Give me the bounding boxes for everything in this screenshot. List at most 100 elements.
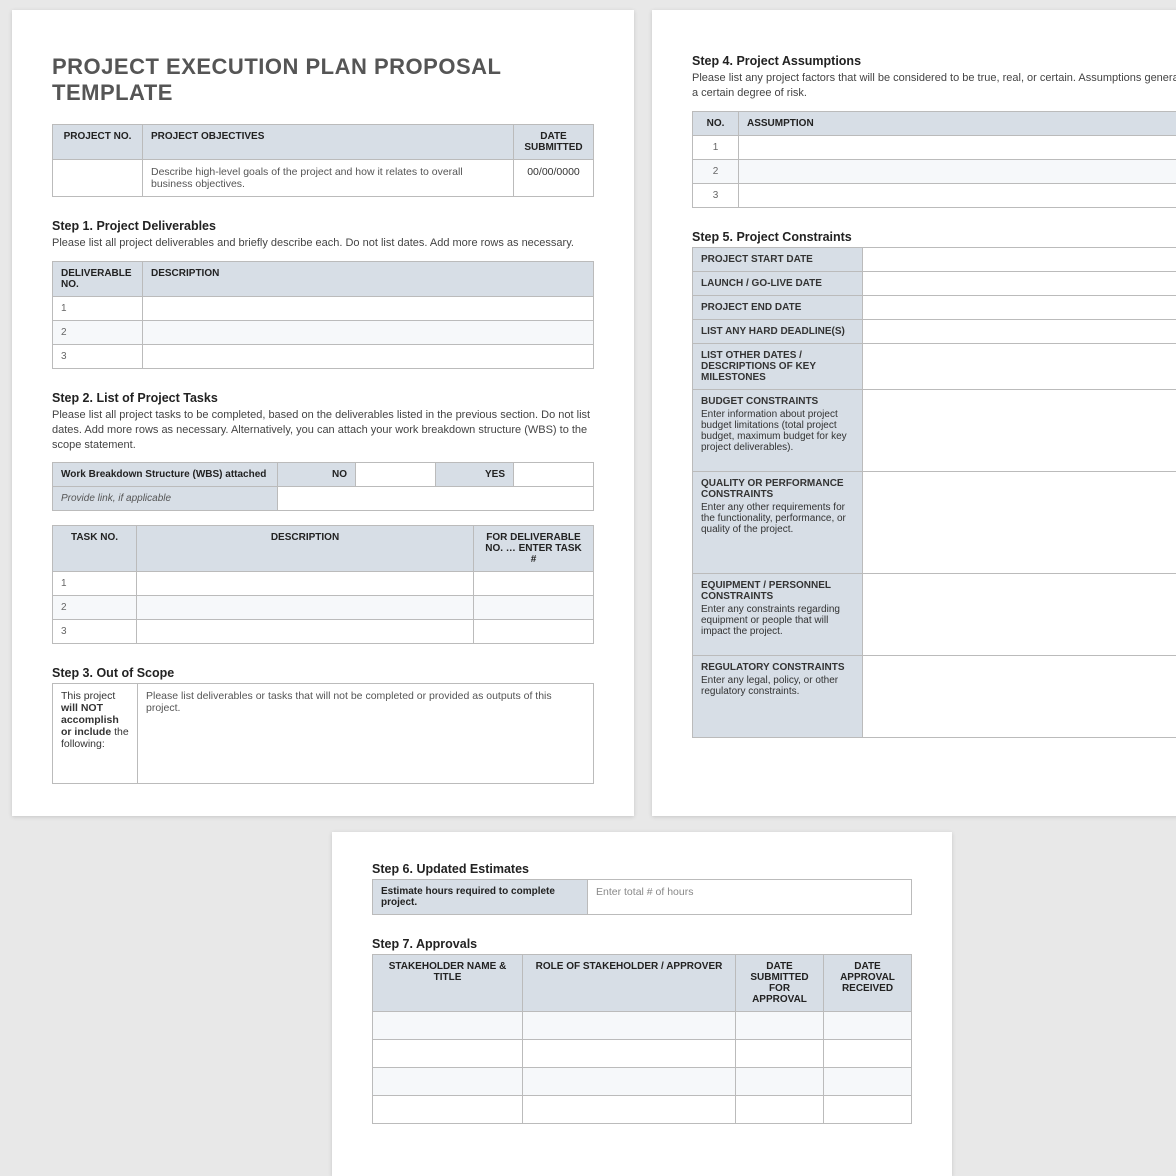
- start-label: PROJECT START DATE: [693, 247, 863, 271]
- row-num: 3: [53, 620, 137, 644]
- quality-label: QUALITY OR PERFORMANCE CONSTRAINTSEnter …: [693, 471, 863, 573]
- page-2: Step 4. Project Assumptions Please list …: [652, 10, 1176, 816]
- task-deliv-cell[interactable]: [474, 620, 594, 644]
- date-value[interactable]: 00/00/0000: [514, 160, 594, 197]
- deliverable-cell[interactable]: [143, 320, 594, 344]
- row-num: 1: [693, 135, 739, 159]
- step1-title: Step 1. Project Deliverables: [52, 219, 594, 233]
- step5-title: Step 5. Project Constraints: [692, 230, 1176, 244]
- step3-title: Step 3. Out of Scope: [52, 666, 594, 680]
- project-no-cell[interactable]: [53, 160, 143, 197]
- task-cell[interactable]: [137, 620, 474, 644]
- launch-cell[interactable]: [863, 271, 1176, 295]
- budget-cell[interactable]: [863, 389, 1176, 471]
- task-cell[interactable]: [137, 596, 474, 620]
- step1-desc: Please list all project deliverables and…: [52, 236, 594, 251]
- page-1: PROJECT EXECUTION PLAN PROPOSAL TEMPLATE…: [12, 10, 634, 816]
- approvals-table: STAKEHOLDER NAME & TITLEROLE OF STAKEHOL…: [372, 954, 912, 1124]
- approval-cell[interactable]: [824, 1012, 912, 1040]
- quality-cell[interactable]: [863, 471, 1176, 573]
- approval-cell[interactable]: [373, 1096, 523, 1124]
- start-cell[interactable]: [863, 247, 1176, 271]
- col-date-received: DATE APPROVAL RECEIVED: [824, 955, 912, 1012]
- col-task-no: TASK NO.: [53, 526, 137, 572]
- row-num: 2: [693, 159, 739, 183]
- scope-desc[interactable]: Please list deliverables or tasks that w…: [138, 684, 594, 784]
- end-label: PROJECT END DATE: [693, 295, 863, 319]
- row-num: 3: [693, 183, 739, 207]
- col-for-deliverable: FOR DELIVERABLE NO. … ENTER TASK #: [474, 526, 594, 572]
- col-project-no: PROJECT NO.: [53, 125, 143, 160]
- step6-title: Step 6. Updated Estimates: [372, 862, 912, 876]
- approval-cell[interactable]: [523, 1040, 736, 1068]
- estimates-table: Estimate hours required to complete proj…: [372, 879, 912, 915]
- row-num: 1: [53, 572, 137, 596]
- scope-table: This project will NOT accomplish or incl…: [52, 683, 594, 784]
- step2-title: Step 2. List of Project Tasks: [52, 391, 594, 405]
- assumptions-table: NO.ASSUMPTION 1 2 3: [692, 111, 1176, 208]
- approval-cell[interactable]: [523, 1012, 736, 1040]
- row-num: 2: [53, 320, 143, 344]
- yes-cell[interactable]: [514, 463, 594, 487]
- col-objectives: PROJECT OBJECTIVES: [143, 125, 514, 160]
- col-deliverable-no: DELIVERABLE NO.: [53, 261, 143, 296]
- estimate-label: Estimate hours required to complete proj…: [373, 880, 588, 915]
- approval-cell[interactable]: [736, 1040, 824, 1068]
- reg-cell[interactable]: [863, 655, 1176, 737]
- approval-cell[interactable]: [824, 1096, 912, 1124]
- row-num: 2: [53, 596, 137, 620]
- scope-label: This project will NOT accomplish or incl…: [53, 684, 138, 784]
- project-header-table: PROJECT NO.PROJECT OBJECTIVESDATE SUBMIT…: [52, 124, 594, 197]
- col-description: DESCRIPTION: [143, 261, 594, 296]
- approval-cell[interactable]: [824, 1068, 912, 1096]
- end-cell[interactable]: [863, 295, 1176, 319]
- approval-cell[interactable]: [523, 1068, 736, 1096]
- objectives-text[interactable]: Describe high-level goals of the project…: [143, 160, 514, 197]
- approval-cell[interactable]: [824, 1040, 912, 1068]
- col-date-submitted: DATE SUBMITTED: [514, 125, 594, 160]
- page-title: PROJECT EXECUTION PLAN PROPOSAL TEMPLATE: [52, 54, 594, 106]
- reg-label: REGULATORY CONSTRAINTSEnter any legal, p…: [693, 655, 863, 737]
- constraints-table: PROJECT START DATE LAUNCH / GO-LIVE DATE…: [692, 247, 1176, 738]
- launch-label: LAUNCH / GO-LIVE DATE: [693, 271, 863, 295]
- task-cell[interactable]: [137, 572, 474, 596]
- no-label: NO: [278, 463, 356, 487]
- task-deliv-cell[interactable]: [474, 596, 594, 620]
- estimate-cell[interactable]: Enter total # of hours: [588, 880, 912, 915]
- row-num: 3: [53, 344, 143, 368]
- mile-label: LIST OTHER DATES / DESCRIPTIONS OF KEY M…: [693, 343, 863, 389]
- step2-desc: Please list all project tasks to be comp…: [52, 408, 594, 453]
- task-deliv-cell[interactable]: [474, 572, 594, 596]
- hard-cell[interactable]: [863, 319, 1176, 343]
- assumption-cell[interactable]: [739, 183, 1176, 207]
- assumption-cell[interactable]: [739, 135, 1176, 159]
- equip-cell[interactable]: [863, 573, 1176, 655]
- page-3: Step 6. Updated Estimates Estimate hours…: [332, 832, 952, 1176]
- approval-cell[interactable]: [373, 1040, 523, 1068]
- col-assumption: ASSUMPTION: [739, 111, 1176, 135]
- approval-cell[interactable]: [373, 1068, 523, 1096]
- row-num: 1: [53, 296, 143, 320]
- equip-label: EQUIPMENT / PERSONNEL CONSTRAINTSEnter a…: [693, 573, 863, 655]
- mile-cell[interactable]: [863, 343, 1176, 389]
- approval-cell[interactable]: [523, 1096, 736, 1124]
- wbs-label: Work Breakdown Structure (WBS) attached: [53, 463, 278, 487]
- assumption-cell[interactable]: [739, 159, 1176, 183]
- link-label: Provide link, if applicable: [53, 487, 278, 511]
- deliverables-table: DELIVERABLE NO.DESCRIPTION 1 2 3: [52, 261, 594, 369]
- tasks-table: TASK NO.DESCRIPTIONFOR DELIVERABLE NO. ……: [52, 525, 594, 644]
- approval-cell[interactable]: [736, 1096, 824, 1124]
- deliverable-cell[interactable]: [143, 296, 594, 320]
- col-role: ROLE OF STAKEHOLDER / APPROVER: [523, 955, 736, 1012]
- wbs-table: Work Breakdown Structure (WBS) attachedN…: [52, 462, 594, 511]
- step7-title: Step 7. Approvals: [372, 937, 912, 951]
- approval-cell[interactable]: [736, 1068, 824, 1096]
- deliverable-cell[interactable]: [143, 344, 594, 368]
- approval-cell[interactable]: [736, 1012, 824, 1040]
- budget-label: BUDGET CONSTRAINTSEnter information abou…: [693, 389, 863, 471]
- no-cell[interactable]: [356, 463, 436, 487]
- col-stakeholder: STAKEHOLDER NAME & TITLE: [373, 955, 523, 1012]
- approval-cell[interactable]: [373, 1012, 523, 1040]
- link-cell[interactable]: [278, 487, 594, 511]
- step4-desc: Please list any project factors that wil…: [692, 71, 1176, 101]
